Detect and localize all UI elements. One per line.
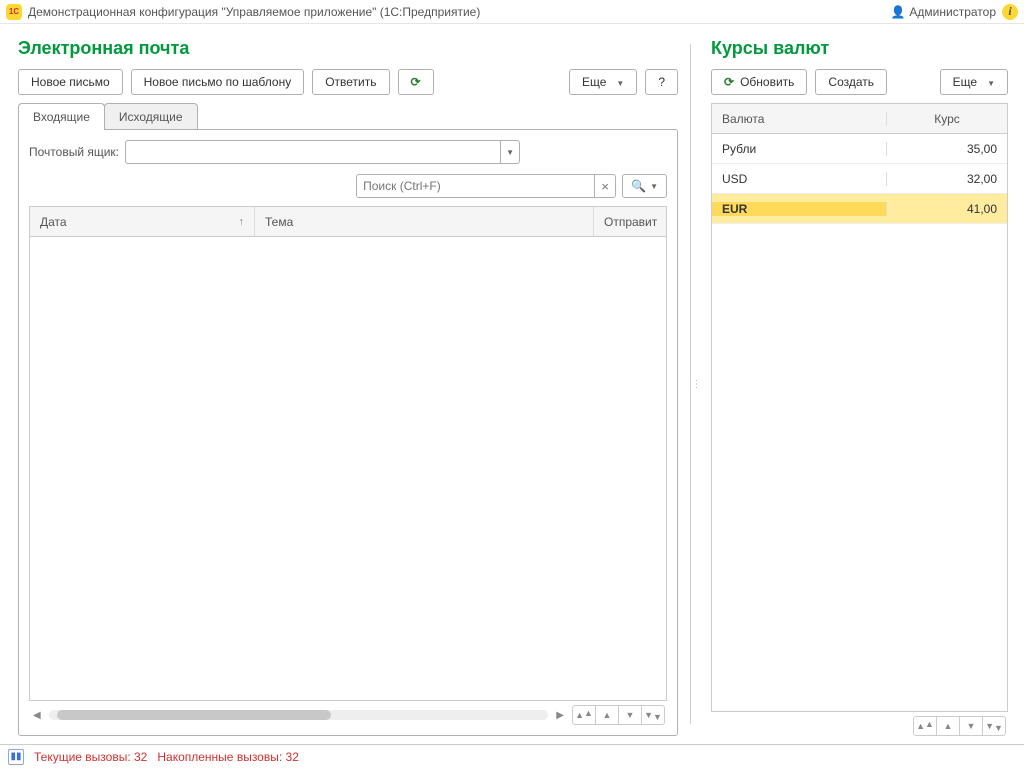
table-row[interactable]: Рубли35,00 <box>712 134 1007 164</box>
col-subject[interactable]: Тема <box>255 207 594 236</box>
rates-grid-body[interactable]: Рубли35,00USD32,00EUR41,00 <box>712 134 1007 711</box>
table-row[interactable]: EUR41,00 <box>712 194 1007 224</box>
refresh-button[interactable]: ⟳ <box>398 69 434 95</box>
window-title: Демонстрационная конфигурация "Управляем… <box>28 5 480 19</box>
tab-outbox[interactable]: Исходящие <box>104 103 198 130</box>
nav-up-button[interactable]: ▲ <box>595 705 619 725</box>
tab-inbox[interactable]: Входящие <box>18 103 105 130</box>
status-icon[interactable]: ▮▮ <box>8 749 24 765</box>
refresh-icon: ⟳ <box>724 75 734 89</box>
rates-nav-buttons: ▲▲ ▲ ▼ ▼▼ <box>913 716 1006 736</box>
email-grid[interactable]: Дата ↑ Тема Отправит <box>29 206 667 701</box>
new-by-template-button[interactable]: Новое письмо по шаблону <box>131 69 305 95</box>
mailbox-combo[interactable]: ▼ <box>125 140 520 164</box>
status-current-calls: Текущие вызовы: 32 <box>34 750 147 764</box>
nav-top-button[interactable]: ▲▲ <box>572 705 596 725</box>
col-rate[interactable]: Курс <box>887 112 1007 126</box>
mailbox-input[interactable] <box>125 140 500 164</box>
cell-currency: Рубли <box>712 142 887 156</box>
rates-grid[interactable]: Валюта Курс Рубли35,00USD32,00EUR41,00 <box>711 103 1008 712</box>
rates-heading: Курсы валют <box>711 38 1008 59</box>
grid-nav-buttons: ▲▲ ▲ ▼ ▼▼ <box>572 705 665 725</box>
nav-bottom-button[interactable]: ▼▼ <box>982 716 1006 736</box>
reply-button[interactable]: Ответить <box>312 69 389 95</box>
rates-grid-header: Валюта Курс <box>712 104 1007 134</box>
rates-refresh-button[interactable]: ⟳ Обновить <box>711 69 807 95</box>
search-go-button[interactable]: 🔍 ▼ <box>622 174 667 198</box>
rates-create-button[interactable]: Создать <box>815 69 887 95</box>
info-icon[interactable]: i <box>1002 4 1018 20</box>
grid-header: Дата ↑ Тема Отправит <box>30 207 666 237</box>
rates-more-button[interactable]: Еще <box>940 69 1008 95</box>
new-message-button[interactable]: Новое письмо <box>18 69 123 95</box>
user-icon: 👤 <box>890 5 905 19</box>
statusbar: ▮▮ Текущие вызовы: 32 Накопленные вызовы… <box>0 744 1024 768</box>
nav-up-button[interactable]: ▲ <box>936 716 960 736</box>
search-input[interactable] <box>356 174 594 198</box>
app-logo-icon: 1C <box>6 4 22 20</box>
search-clear-button[interactable]: × <box>594 174 616 198</box>
email-toolbar: Новое письмо Новое письмо по шаблону Отв… <box>18 69 678 95</box>
mailbox-dropdown-icon[interactable]: ▼ <box>500 140 520 164</box>
hscrollbar[interactable] <box>49 710 549 720</box>
splitter-handle-icon[interactable]: ⋮ <box>691 24 701 744</box>
tab-body: Почтовый ящик: ▼ × 🔍 ▼ <box>18 129 678 736</box>
titlebar: 1C Демонстрационная конфигурация "Управл… <box>0 0 1024 24</box>
cell-rate: 35,00 <box>887 142 1007 156</box>
nav-top-button[interactable]: ▲▲ <box>913 716 937 736</box>
nav-bottom-button[interactable]: ▼▼ <box>641 705 665 725</box>
email-heading: Электронная почта <box>18 38 678 59</box>
hscroll-right-icon[interactable]: ▶ <box>554 710 566 721</box>
hscroll-left-icon[interactable]: ◀ <box>31 710 43 721</box>
more-button[interactable]: Еще <box>569 69 637 95</box>
help-button[interactable]: ? <box>645 69 678 95</box>
search-icon: 🔍 <box>631 179 646 193</box>
user-name: Администратор <box>909 5 996 19</box>
cell-currency: USD <box>712 172 887 186</box>
col-date[interactable]: Дата ↑ <box>30 207 255 236</box>
refresh-icon: ⟳ <box>411 75 421 89</box>
chevron-down-icon: ▼ <box>650 182 658 191</box>
email-tabs: Входящие Исходящие <box>18 103 678 130</box>
status-accumulated-calls: Накопленные вызовы: 32 <box>157 750 299 764</box>
mailbox-label: Почтовый ящик: <box>29 145 119 159</box>
cell-rate: 32,00 <box>887 172 1007 186</box>
col-currency[interactable]: Валюта <box>712 112 887 126</box>
nav-down-button[interactable]: ▼ <box>618 705 642 725</box>
user-label[interactable]: 👤 Администратор <box>890 5 996 19</box>
rates-toolbar: ⟳ Обновить Создать Еще <box>711 69 1008 95</box>
col-sender[interactable]: Отправит <box>594 207 666 236</box>
grid-body[interactable] <box>30 237 666 700</box>
nav-down-button[interactable]: ▼ <box>959 716 983 736</box>
cell-currency: EUR <box>712 202 887 216</box>
sort-asc-icon: ↑ <box>239 216 245 228</box>
table-row[interactable]: USD32,00 <box>712 164 1007 194</box>
cell-rate: 41,00 <box>887 202 1007 216</box>
